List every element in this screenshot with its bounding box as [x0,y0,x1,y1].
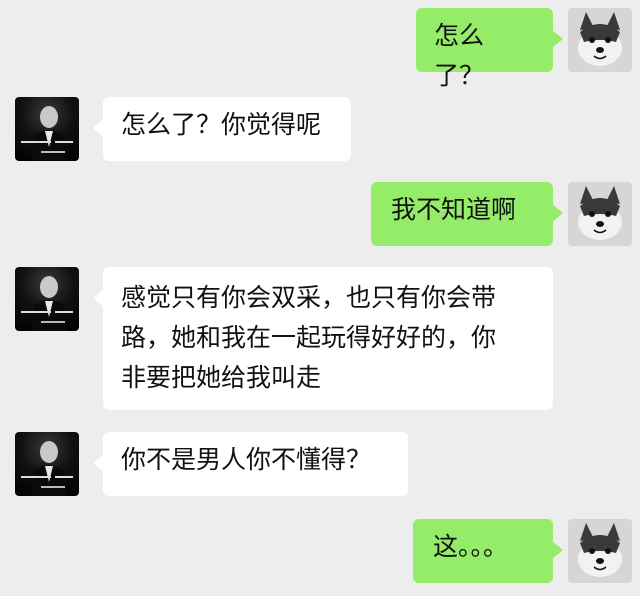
husky-dog-avatar[interactable] [568,182,632,246]
husky-dog-avatar[interactable] [568,8,632,72]
received-message-bubble[interactable]: 感觉只有你会双采，也只有你会带 路，她和我在一起玩得好好的，你 非要把她给我叫走 [93,267,553,410]
chat-window: 怎么了？ 怎么了？你觉得呢 我不知道啊 感觉只有你会双采，也只有你会带 路，她和… [0,0,640,596]
man-in-suit-avatar[interactable] [15,267,79,331]
sent-message-bubble[interactable]: 我不知道啊 [371,182,563,246]
message-text: 怎么了？你觉得呢 [121,110,322,139]
husky-dog-avatar[interactable] [568,519,632,583]
message-line: 感觉只有你会双采，也只有你会带 [121,283,497,312]
message-text: 这。。。 [433,532,509,561]
message-text: 怎么了？ [434,21,485,90]
sent-message-bubble[interactable]: 怎么了？ [416,8,563,90]
man-in-suit-avatar[interactable] [15,97,79,161]
sent-message-bubble[interactable]: 这。。。 [413,519,563,583]
received-message-bubble[interactable]: 你不是男人你不懂得？ [93,432,408,496]
received-message-bubble[interactable]: 怎么了？你觉得呢 [93,97,351,161]
message-line: 非要把她给我叫走 [121,363,322,392]
message-text: 我不知道啊 [391,195,517,224]
message-line: 路，她和我在一起玩得好好的，你 [121,323,497,352]
man-in-suit-avatar[interactable] [15,432,79,496]
message-text: 你不是男人你不懂得？ [121,445,372,474]
